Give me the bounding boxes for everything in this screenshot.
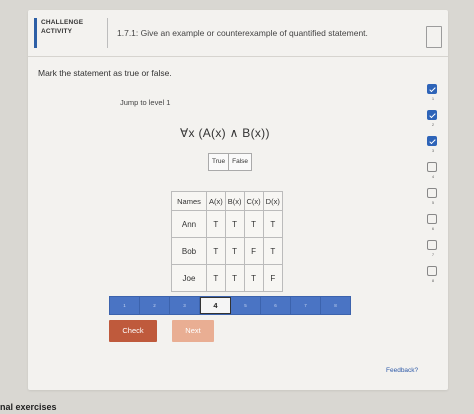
column-header: B(x): [224, 191, 245, 211]
table-cell: F: [243, 237, 264, 265]
table-cell: T: [243, 210, 264, 238]
activity-header: CHALLENGE ACTIVITY 1.7.1: Give an exampl…: [28, 10, 448, 58]
checkbox-empty-icon: [427, 162, 437, 172]
level-item[interactable]: 8: [426, 266, 440, 292]
table-cell: T: [224, 210, 245, 238]
progress-segment[interactable]: 6: [261, 297, 291, 314]
bookmark-icon[interactable]: [426, 26, 442, 48]
true-button[interactable]: True: [208, 153, 230, 171]
progress-segment[interactable]: 1: [110, 297, 140, 314]
column-header: C(x): [243, 191, 264, 211]
table-row: Bob T T F T: [171, 237, 283, 265]
header-divider: [107, 18, 108, 48]
level-number: 1: [431, 96, 435, 101]
table-cell: T: [206, 237, 226, 265]
checkbox-empty-icon: [427, 240, 437, 250]
progress-segment[interactable]: 7: [291, 297, 321, 314]
section-heading-partial: nal exercises: [0, 402, 57, 412]
level-item[interactable]: 6: [426, 214, 440, 240]
level-item[interactable]: 7: [426, 240, 440, 266]
table-cell: F: [262, 264, 283, 292]
level-number: 2: [431, 122, 435, 127]
checkbox-empty-icon: [427, 214, 437, 224]
table-header-row: Names A(x) B(x) C(x) D(x): [171, 191, 283, 211]
level-item[interactable]: 4: [426, 162, 440, 188]
check-button[interactable]: Check: [109, 320, 157, 342]
checkbox-empty-icon: [427, 188, 437, 198]
column-header: D(x): [262, 191, 283, 211]
table-cell: T: [224, 264, 245, 292]
progress-segment[interactable]: 5: [231, 297, 261, 314]
instruction-text: Mark the statement as true or false.: [38, 68, 172, 78]
feedback-link[interactable]: Feedback?: [386, 367, 418, 374]
column-header: A(x): [206, 191, 226, 211]
challenge-activity-label: CHALLENGE ACTIVITY: [41, 19, 84, 35]
table-row: Ann T T T T: [171, 210, 283, 238]
table-cell: Joe: [171, 264, 207, 292]
table-cell: Bob: [171, 237, 207, 265]
level-number: 4: [431, 174, 435, 179]
activity-title: 1.7.1: Give an example or counterexample…: [117, 28, 368, 38]
level-number: 5: [431, 200, 435, 205]
table-cell: Ann: [171, 210, 207, 238]
checkbox-empty-icon: [427, 266, 437, 276]
table-cell: T: [262, 237, 283, 265]
header-separator: [28, 56, 448, 57]
level-checklist: 1 2 3 4 5 6 7 8: [426, 84, 440, 292]
level-number: 7: [431, 252, 435, 257]
next-button[interactable]: Next: [172, 320, 214, 342]
false-button[interactable]: False: [229, 153, 253, 171]
table-cell: T: [262, 210, 283, 238]
column-header: Names: [171, 191, 207, 211]
table-row: Joe T T T F: [171, 264, 283, 292]
level-item[interactable]: 2: [426, 110, 440, 136]
challenge-accent-bar: [34, 18, 37, 48]
level-number: 3: [431, 148, 435, 153]
checkbox-checked-icon: [427, 84, 437, 94]
table-cell: T: [243, 264, 264, 292]
progress-segment[interactable]: 3: [170, 297, 200, 314]
table-cell: T: [206, 264, 226, 292]
truth-table: Names A(x) B(x) C(x) D(x) Ann T T T T Bo…: [171, 191, 283, 292]
level-number: 6: [431, 226, 435, 231]
level-item[interactable]: 1: [426, 84, 440, 110]
table-cell: T: [206, 210, 226, 238]
level-item[interactable]: 3: [426, 136, 440, 162]
challenge-card: CHALLENGE ACTIVITY 1.7.1: Give an exampl…: [28, 10, 448, 390]
progress-segment[interactable]: 8: [321, 297, 350, 314]
jump-to-level-label: Jump to level 1: [120, 98, 171, 107]
table-cell: T: [224, 237, 245, 265]
quantified-statement: ∀x (A(x) ∧ B(x)): [180, 126, 270, 140]
progress-segment[interactable]: 2: [140, 297, 170, 314]
progress-segment-current[interactable]: 4: [200, 297, 231, 314]
checkbox-checked-icon: [427, 136, 437, 146]
checkbox-checked-icon: [427, 110, 437, 120]
level-progress-bar: 1 2 3 4 5 6 7 8: [109, 296, 351, 315]
level-item[interactable]: 5: [426, 188, 440, 214]
level-number: 8: [431, 278, 435, 283]
true-false-toggle: True False: [208, 153, 253, 171]
